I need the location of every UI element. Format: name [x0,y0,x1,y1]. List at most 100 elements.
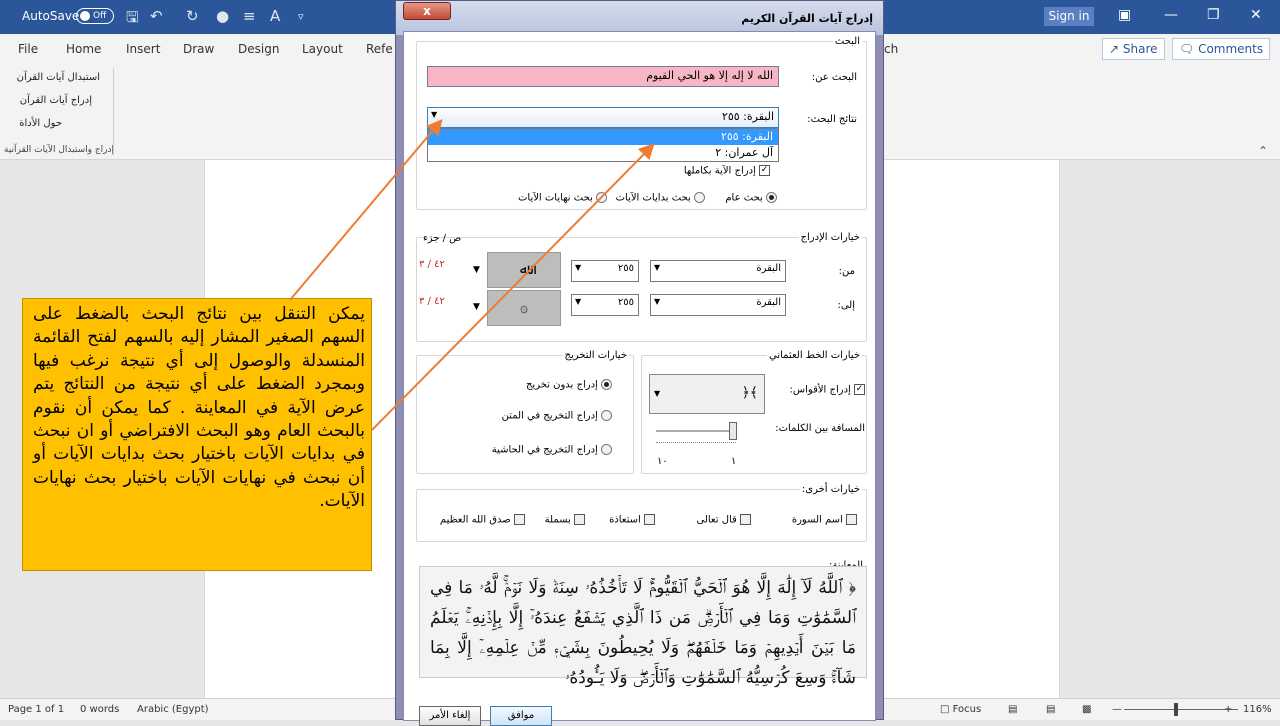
insert-options-title: خيارات الإدراج [800,232,860,243]
search-group-title: البحث [834,36,860,47]
circle-icon[interactable]: ● [216,7,229,25]
about-tool-command[interactable]: حول الأداة [0,118,62,129]
search-mode-starts[interactable]: بحث بدايات الآيات [616,192,705,204]
ok-button[interactable]: موافق [490,706,552,726]
restore-icon[interactable]: ❐ [1207,7,1220,23]
to-surah-select[interactable]: ▼ البقرة [650,294,786,316]
sign-in-button[interactable]: Sign in [1044,7,1094,26]
web-layout-icon[interactable]: ▩ [1082,704,1091,715]
radio[interactable] [596,192,607,203]
share-icon: ↗ [1109,42,1120,56]
radio[interactable] [694,192,705,203]
radio[interactable] [601,444,612,455]
tab-draw[interactable]: Draw [183,42,214,56]
ribbon-separator [113,68,114,156]
comments-button[interactable]: 🗨 Comments [1172,38,1271,60]
zoom-slider-track[interactable] [1124,709,1238,710]
word-count[interactable]: 0 words [80,704,119,715]
spacing-slider-ticks [656,442,736,444]
collapse-ribbon-icon[interactable]: ⌃ [1258,144,1268,158]
autosave-toggle[interactable]: Off [76,8,114,24]
to-glyph-preview[interactable]: ۞ [487,290,561,326]
slider-max-label: ١٠ [657,456,668,467]
checkbox[interactable] [846,514,857,525]
checkbox[interactable] [740,514,751,525]
tab-insert[interactable]: Insert [126,42,160,56]
tab-layout[interactable]: Layout [302,42,343,56]
sadaqa-checkbox[interactable]: صدق الله العظيم [440,514,525,526]
insert-verses-command[interactable]: إدراج آيات القرآن [0,95,92,106]
to-ayah-select[interactable]: ▼ ٢٥٥ [571,294,639,316]
page-count[interactable]: Page 1 of 1 [8,704,64,715]
window-close-icon[interactable]: ✕ [1250,7,1262,23]
print-layout-icon[interactable]: ▤ [1046,704,1055,715]
checkbox[interactable]: ✓ [854,384,865,395]
customize-qat-icon[interactable]: ▿ [298,10,304,23]
results-dropdown[interactable]: ▼ البقرة: ٢٥٥ [427,107,779,128]
dropdown-arrow-icon[interactable]: ▼ [431,110,437,119]
from-glyph-preview[interactable]: ﷲ [487,252,561,288]
checkbox[interactable] [514,514,525,525]
format-icon[interactable]: A [270,7,280,25]
result-option[interactable]: آل عمران: ٢ [428,145,778,161]
spacing-slider-track[interactable] [656,430,736,432]
brackets-checkbox[interactable]: ✓ إدراج الأقواس: [790,384,865,396]
spacing-slider-knob[interactable] [729,422,737,440]
checkbox[interactable] [644,514,655,525]
from-ayah-select[interactable]: ▼ ٢٥٥ [571,260,639,282]
tab-references[interactable]: Refe [366,42,393,56]
surah-name-checkbox[interactable]: اسم السورة [792,514,857,526]
result-option[interactable]: البقرة: ٢٥٥ [428,129,778,145]
from-surah-select[interactable]: ▼ البقرة [650,260,786,282]
dialog-titlebar: x إدراج آيات القرآن الكريم [396,1,883,35]
ribbon-display-icon[interactable]: ▣ [1118,7,1131,23]
read-mode-icon[interactable]: ▤ [1008,704,1017,715]
radio[interactable] [601,410,612,421]
full-verse-checkbox[interactable]: ✓ إدراج الآية بكاملها [684,165,770,177]
undo-icon[interactable]: ↶ [150,7,163,25]
search-mode-general[interactable]: بحث عام [725,192,777,204]
takhrij-footnote-radio[interactable]: إدراج التخريج في الحاشية [492,444,612,456]
save-icon[interactable]: 🖫 [126,7,139,32]
search-input[interactable]: الله لا إله إلا هو الحي القيوم [427,66,779,87]
comment-icon: 🗨 [1179,42,1195,56]
ottoman-group-title: خيارات الخط العثماني [768,350,860,361]
language-status[interactable]: Arabic (Egypt) [137,704,209,715]
brackets-select[interactable]: ▼ ﴾﴿ [649,374,765,414]
cancel-button[interactable]: إلغاء الأمر [419,706,481,726]
search-label: البحث عن: [811,72,857,83]
results-list[interactable]: البقرة: ٢٥٥ آل عمران: ٢ [427,128,779,162]
dropdown-arrow-icon: ▼ [575,263,582,272]
zoom-out-icon[interactable]: — [1112,704,1122,715]
radio[interactable] [766,192,777,203]
tab-home[interactable]: Home [66,42,101,56]
focus-button[interactable]: □ Focus [940,704,981,715]
radio[interactable] [601,379,612,390]
brackets-glyph: ﴾﴿ [741,385,758,401]
from-glyph-arrow-icon[interactable]: ▼ [473,265,480,275]
redo-icon[interactable]: ↻ [186,7,199,25]
minimize-icon[interactable]: — [1164,7,1178,23]
replace-verses-command[interactable]: استبدال آيات القرآن [0,72,100,83]
share-button[interactable]: ↗ Share [1102,38,1165,60]
tab-file[interactable]: File [18,42,38,56]
dialog-close-button[interactable]: x [403,2,451,20]
zoom-in-icon[interactable]: + [1224,704,1232,715]
dropdown-arrow-icon: ▼ [654,389,661,398]
autosave-label: AutoSave [22,9,80,23]
list-icon[interactable]: ≡ [243,7,256,25]
takhrij-none-radio[interactable]: إدراج بدون تخريج [526,379,612,391]
dialog-client: البحث البحث عن: الله لا إله إلا هو الحي … [403,31,876,726]
search-mode-ends[interactable]: بحث نهايات الآيات [518,192,607,204]
takhrij-body-radio[interactable]: إدراج التخريج في المتن [502,410,612,422]
zoom-level[interactable]: 116% [1243,704,1272,715]
tab-search-partial[interactable]: ch [884,42,898,56]
basmala-checkbox[interactable]: بسملة [545,514,585,526]
tab-design[interactable]: Design [238,42,279,56]
zoom-slider-knob[interactable] [1174,703,1178,716]
qala-taala-checkbox[interactable]: قال تعالى [697,514,751,526]
isti-adha-checkbox[interactable]: استعاذة [609,514,655,526]
to-glyph-arrow-icon[interactable]: ▼ [473,302,480,312]
checkbox[interactable]: ✓ [759,165,770,176]
checkbox[interactable] [574,514,585,525]
